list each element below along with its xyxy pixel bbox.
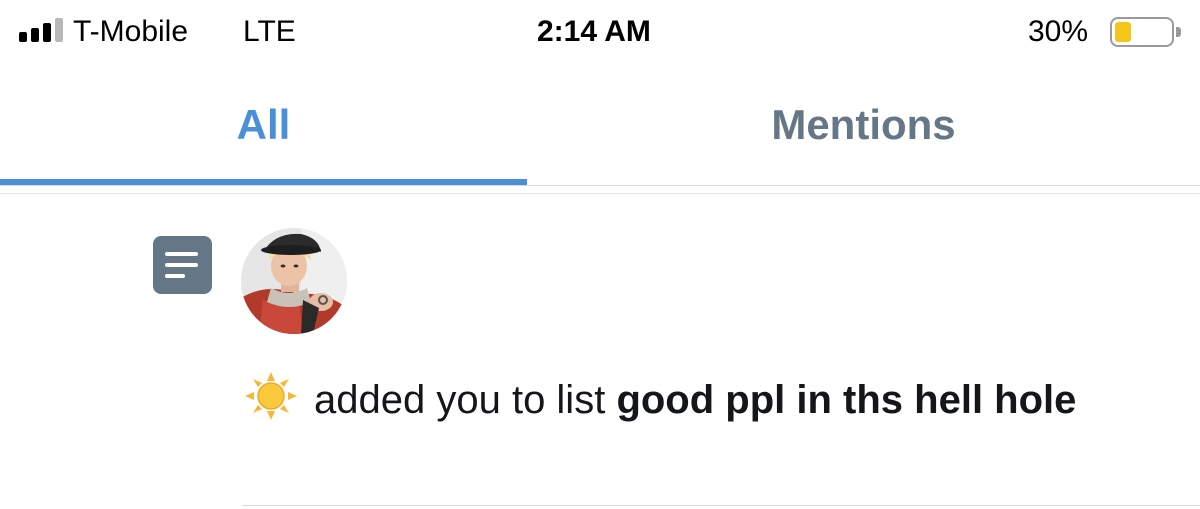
tabs-divider	[0, 185, 1200, 186]
notification-text: added you to list good ppl in ths hell h…	[242, 370, 1142, 430]
notification-tabs: All Mentions	[0, 66, 1200, 184]
notification-item[interactable]: added you to list good ppl in ths hell h…	[0, 194, 1200, 506]
clock: 2:14 AM	[537, 15, 651, 48]
carrier-name: T-Mobile	[73, 15, 189, 48]
network-type: LTE	[243, 15, 296, 48]
action-text: added you to list	[314, 378, 606, 422]
avatar[interactable]	[241, 228, 347, 334]
list-name-link[interactable]: good ppl in ths hell hole	[616, 378, 1076, 422]
sun-emoji-icon	[245, 372, 297, 420]
battery-icon	[1110, 17, 1181, 47]
signal-strength-icon	[19, 18, 63, 42]
item-divider	[242, 505, 1200, 506]
tab-mentions[interactable]: Mentions	[527, 66, 1200, 184]
battery-percentage: 30%	[1028, 15, 1089, 48]
notifications-screen: T-Mobile LTE 2:14 AM 30% All Mentions ad…	[0, 0, 1200, 509]
tab-mentions-label: Mentions	[771, 101, 956, 148]
status-bar: T-Mobile LTE 2:14 AM 30%	[0, 0, 1200, 66]
tab-all-label: All	[236, 101, 291, 148]
list-icon	[153, 236, 212, 294]
tab-all[interactable]: All	[0, 66, 527, 184]
